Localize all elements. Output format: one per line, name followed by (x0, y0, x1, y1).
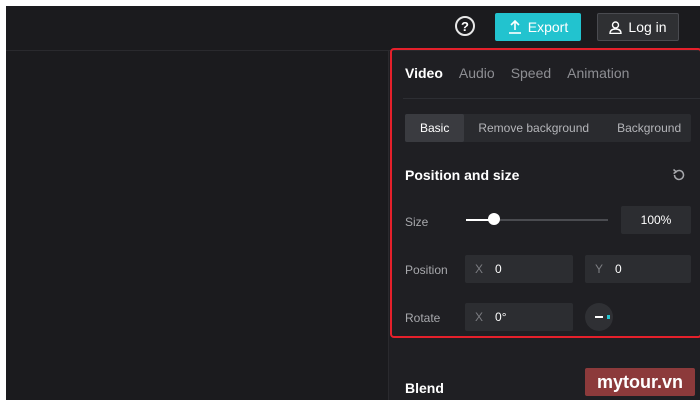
tab-divider (403, 98, 700, 99)
help-icon[interactable]: ? (455, 16, 475, 36)
position-y-value: 0 (615, 262, 622, 276)
size-label: Size (405, 215, 429, 229)
tab-audio[interactable]: Audio (459, 65, 495, 81)
export-button[interactable]: Export (495, 13, 581, 41)
tab-animation[interactable]: Animation (567, 65, 629, 81)
rotate-value: 0° (495, 310, 507, 324)
size-value: 100% (640, 213, 672, 227)
upload-icon (508, 20, 521, 34)
login-label: Log in (628, 19, 667, 35)
rotate-label: Rotate (405, 311, 441, 325)
subtab-bar: Basic Remove background Background (405, 114, 691, 142)
tab-speed[interactable]: Speed (511, 65, 551, 81)
watermark-logo: mytour.vn (585, 368, 695, 396)
position-size-title: Position and size (405, 167, 520, 183)
rotate-field[interactable]: X 0° (465, 303, 573, 331)
login-button[interactable]: Log in (597, 13, 679, 41)
subtab-background[interactable]: Background (603, 114, 695, 142)
preview-canvas[interactable] (6, 51, 388, 400)
properties-panel: Video Audio Speed Animation Basic Remove… (388, 51, 700, 400)
position-x-field[interactable]: X 0 (465, 255, 573, 283)
position-y-field[interactable]: Y 0 (585, 255, 691, 283)
user-icon (609, 20, 623, 34)
x-axis-label: X (475, 262, 484, 276)
subtab-remove-background[interactable]: Remove background (464, 114, 603, 142)
blend-title: Blend (405, 380, 444, 396)
panel-tabs: Video Audio Speed Animation (405, 65, 629, 81)
tab-video[interactable]: Video (405, 65, 443, 81)
position-label: Position (405, 263, 448, 277)
size-slider[interactable] (466, 213, 608, 225)
subtab-basic[interactable]: Basic (405, 114, 465, 142)
export-label: Export (527, 19, 569, 35)
rotate-knob-marker (607, 315, 610, 319)
editor-app: ? Export Log in Video Audio Speed Animat… (6, 6, 700, 400)
rotate-knob[interactable] (585, 303, 613, 331)
y-axis-label: Y (595, 262, 604, 276)
size-value-field[interactable]: 100% (621, 206, 691, 234)
size-slider-thumb[interactable] (488, 213, 501, 225)
reset-icon[interactable] (671, 167, 687, 183)
position-x-value: 0 (495, 262, 502, 276)
rotate-axis-label: X (475, 310, 484, 324)
top-bar: ? Export Log in (6, 6, 700, 51)
rotate-knob-indicator (595, 316, 603, 318)
